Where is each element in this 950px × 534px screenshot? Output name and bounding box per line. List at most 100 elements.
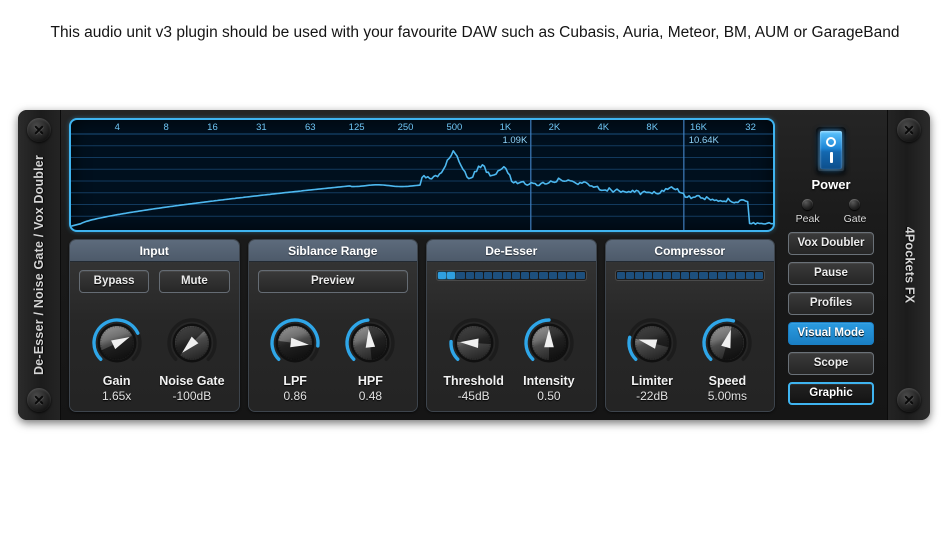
knob-graphic — [345, 318, 396, 363]
knob-label: Gain — [102, 374, 131, 388]
meter-segment — [634, 272, 644, 279]
panel-button-row: Preview — [257, 270, 408, 293]
peak-led-icon — [802, 199, 814, 210]
spectrum-display[interactable]: 4 8 16 31 63 125 250 500 1K 2K 4K 8K 16K 32 1.09K 10.64… — [69, 118, 775, 232]
screw-icon — [27, 388, 51, 412]
freq-tick-label: 63 — [305, 122, 316, 133]
panel-compressor: Compressor Limiter -22dB Speed 5.00ms — [604, 239, 775, 412]
meter-segment — [484, 272, 493, 279]
freq-tick-label: 4K — [597, 122, 610, 133]
meter-segment — [493, 272, 502, 279]
freq-tick-label: 125 — [348, 122, 365, 133]
meter-segment — [745, 272, 754, 279]
pause-button[interactable]: Pause — [788, 262, 874, 285]
panel-body: Threshold -45dB Intensity 0.50 — [427, 262, 596, 411]
plugin-body: 4 8 16 31 63 125 250 500 1K 2K 4K 8K 16K 32 1.09K 10.64… — [60, 110, 888, 420]
led-gate: Gate — [843, 199, 867, 225]
rack-ear-left: De-Esser / Noise Gate / Vox Doubler — [18, 110, 60, 420]
panel-siblance-range: Siblance Range Preview LPF 0.86 HPF 0.48 — [247, 239, 418, 412]
panel-title: Input — [70, 240, 239, 262]
scope-button[interactable]: Scope — [788, 352, 874, 375]
knob-limiter[interactable]: Limiter -22dB — [615, 316, 690, 403]
knob-label: Threshold — [443, 374, 504, 388]
main-column: 4 8 16 31 63 125 250 500 1K 2K 4K 8K 16K 32 1.09K 10.64… — [69, 118, 775, 412]
meter-segment — [699, 272, 708, 279]
meter-segment — [576, 272, 585, 279]
freq-tick-label: 500 — [446, 122, 463, 133]
knob-speed[interactable]: Speed 5.00ms — [690, 316, 765, 403]
panel-de-esser: De-Esser Threshold -45dB Intensity 0.50 — [426, 239, 597, 412]
panel-input: Input Bypass Mute Gain 1.65x Noise Gate -100dB — [69, 239, 240, 412]
meter-segment — [502, 272, 511, 279]
knob-label: Limiter — [631, 374, 673, 388]
plugin-rack: De-Esser / Noise Gate / Vox Doubler 4 8 16… — [18, 110, 930, 420]
freq-tick-label: 1K — [499, 122, 512, 133]
knob-noise-gate[interactable]: Noise Gate -100dB — [154, 316, 229, 403]
knob-graphic — [524, 318, 574, 363]
page-caption: This audio unit v3 plugin should be used… — [50, 24, 900, 41]
rack-left-label-text: De-Esser / Noise Gate / Vox Doubler — [32, 154, 46, 376]
knob-hpf[interactable]: HPF 0.48 — [333, 316, 408, 403]
meter-segment — [708, 272, 717, 279]
panel-button-row: Bypass Mute — [79, 270, 230, 293]
knob-dial[interactable] — [700, 316, 754, 370]
meter-segment — [727, 272, 736, 279]
knob-dial[interactable] — [343, 316, 397, 370]
meter-segment — [557, 272, 567, 279]
knob-label: Speed — [708, 374, 747, 388]
preview-button[interactable]: Preview — [257, 270, 408, 293]
knob-gain[interactable]: Gain 1.65x — [79, 316, 154, 403]
profiles-button[interactable]: Profiles — [788, 292, 874, 315]
peak-led-label: Peak — [795, 213, 820, 225]
knob-intensity[interactable]: Intensity 0.50 — [511, 316, 586, 403]
led-indicators: Peak Gate — [795, 199, 867, 225]
knob-dial[interactable] — [165, 316, 219, 370]
knob-graphic — [167, 318, 217, 363]
rack-right-label-text: 4Pockets FX — [902, 226, 917, 304]
knob-label: Noise Gate — [159, 374, 225, 388]
bypass-button[interactable]: Bypass — [79, 270, 150, 293]
panel-body: Preview LPF 0.86 HPF 0.48 — [248, 262, 417, 411]
meter-segment — [625, 272, 634, 279]
meter-segment — [681, 272, 690, 279]
knob-threshold[interactable]: Threshold -45dB — [436, 316, 511, 403]
meter-segment — [520, 272, 530, 279]
knob-lpf[interactable]: LPF 0.86 — [258, 316, 333, 403]
marker-label-low: 1.09K — [502, 135, 528, 146]
panel-body: Bypass Mute Gain 1.65x Noise Gate -100dB — [70, 262, 239, 411]
mute-button[interactable]: Mute — [159, 270, 230, 293]
knob-dial[interactable] — [90, 316, 144, 370]
gate-led-label: Gate — [843, 213, 867, 225]
visual-mode-button[interactable]: Visual Mode — [788, 322, 874, 345]
meter-segment — [717, 272, 727, 279]
marker-label-high: 10.64K — [688, 135, 719, 146]
freq-tick-label: 4 — [114, 122, 120, 133]
knob-dial[interactable] — [268, 316, 322, 370]
vox-doubler-button[interactable]: Vox Doubler — [788, 232, 874, 255]
meter-segment — [736, 272, 745, 279]
knob-label: HPF — [357, 374, 383, 388]
knob-dial[interactable] — [447, 316, 501, 370]
knob-graphic — [270, 318, 320, 363]
panel-title: De-Esser — [427, 240, 596, 262]
meter-segment — [447, 272, 456, 279]
graphic-button[interactable]: Graphic — [788, 382, 874, 405]
freq-tick-label: 8 — [163, 122, 169, 133]
meter-segment — [653, 272, 662, 279]
spectrum-trace — [71, 149, 773, 227]
knob-dial[interactable] — [522, 316, 576, 370]
knob-value: 0.86 — [283, 389, 307, 403]
knob-row: Limiter -22dB Speed 5.00ms — [615, 281, 766, 405]
power-switch[interactable] — [816, 127, 846, 173]
freq-tick-label: 2K — [548, 122, 561, 133]
knob-value: 1.65x — [101, 389, 132, 403]
knob-value: 5.00ms — [707, 389, 748, 403]
knob-value: -45dB — [457, 389, 490, 403]
knob-value: 0.48 — [358, 389, 383, 403]
meter-segment — [548, 272, 557, 279]
panel-title: Compressor — [605, 240, 774, 262]
spectrum-canvas — [71, 120, 773, 230]
rack-right-label: 4Pockets FX — [888, 110, 930, 420]
knob-dial[interactable] — [625, 316, 679, 370]
knob-row: Gain 1.65x Noise Gate -100dB — [79, 293, 230, 405]
